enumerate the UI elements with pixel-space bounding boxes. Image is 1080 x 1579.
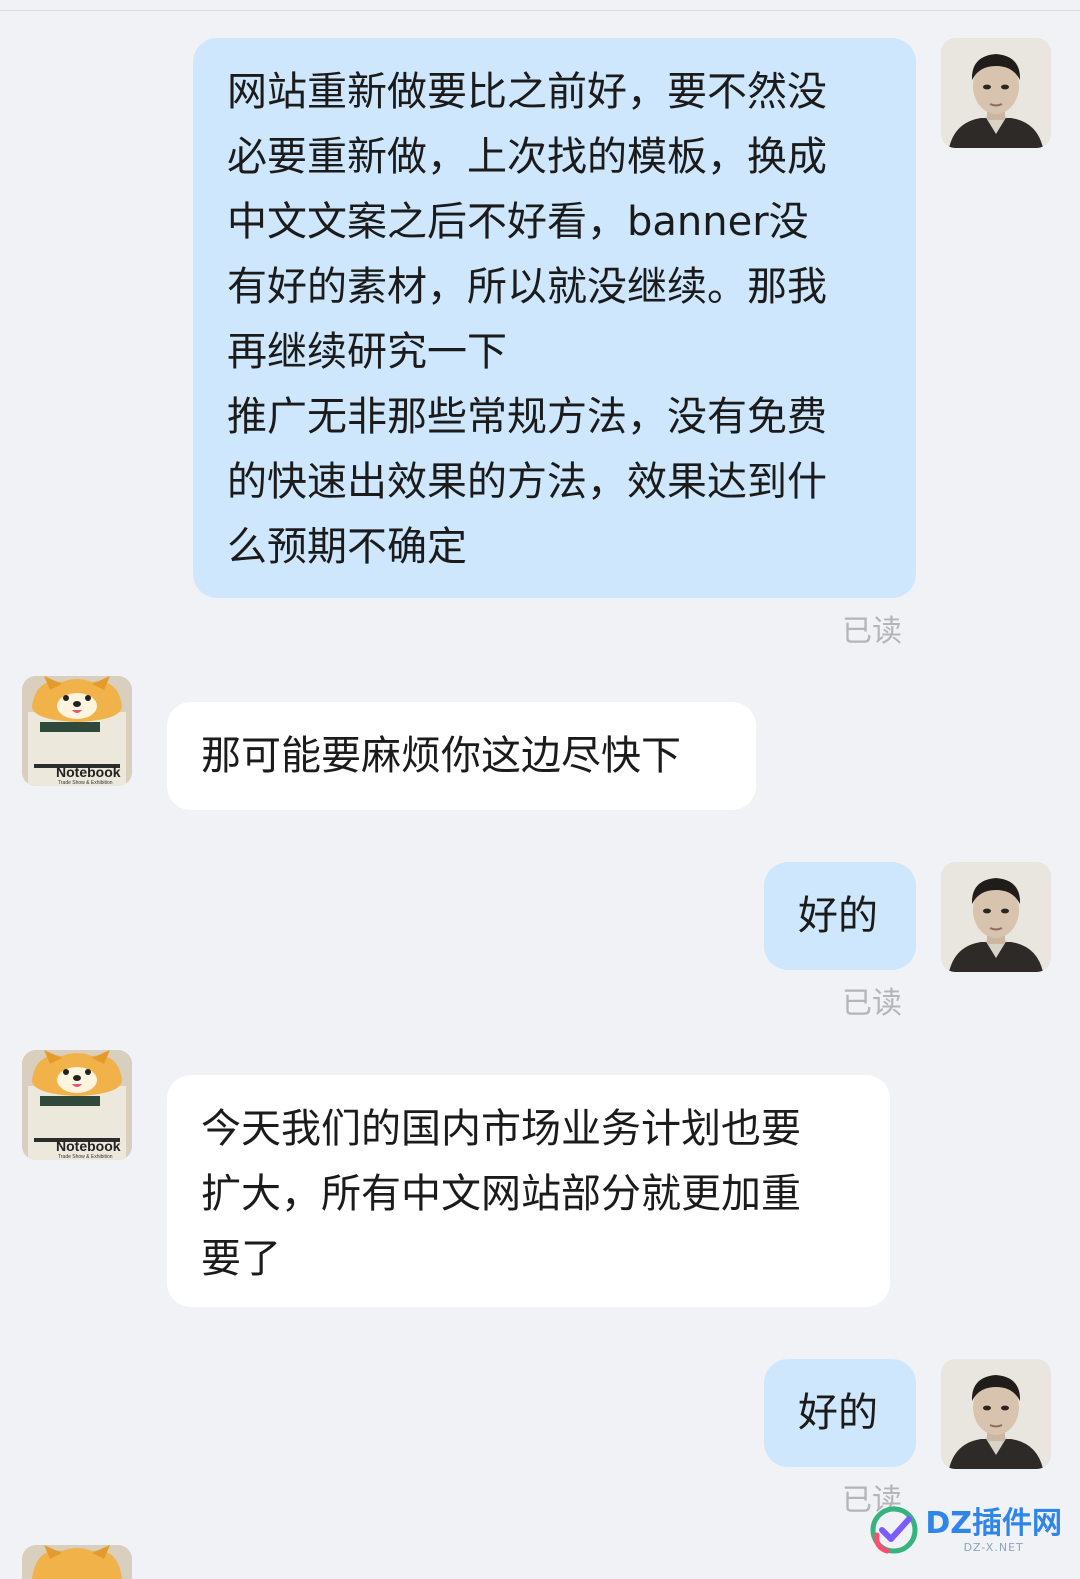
notebook-sign-text: Notebook: [56, 1138, 121, 1154]
message-text-line: 好的: [798, 893, 878, 939]
message-text-line: 再继续研究一下: [227, 329, 507, 375]
watermark-subtext: DZ-X.NET: [963, 1540, 1024, 1554]
message-text-line: 好的: [798, 1390, 878, 1436]
watermark-text: DZ插件网: [925, 1505, 1062, 1541]
message-text-line: 今天我们的国内市场业务计划也要: [201, 1106, 801, 1152]
dog-avatar-icon: [22, 1545, 132, 1579]
my-avatar[interactable]: [941, 862, 1051, 972]
notebook-sign-subtext: Trade Show & Exhibition: [58, 1154, 113, 1160]
top-divider: [0, 0, 1080, 11]
notebook-sign-text: Notebook: [56, 764, 121, 780]
message-text-line: 的快速出效果的方法，效果达到什: [227, 459, 827, 505]
message-text-line: 有好的素材，所以就没继续。那我: [227, 264, 827, 310]
message-bubble-incoming[interactable]: 那可能要麻烦你这边尽快下: [167, 702, 756, 810]
contact-avatar-partial[interactable]: [22, 1545, 132, 1579]
message-text-line: 推广无非那些常规方法，没有免费: [227, 394, 827, 440]
contact-avatar[interactable]: Notebook Trade Show & Exhibition: [22, 676, 132, 786]
my-avatar[interactable]: [941, 38, 1051, 148]
my-avatar[interactable]: [941, 1359, 1051, 1469]
boy-portrait-icon: [941, 38, 1051, 148]
message-text-line: 要了: [201, 1236, 281, 1282]
message-bubble-outgoing[interactable]: 网站重新做要比之前好，要不然没 必要重新做，上次找的模板，换成 中文文案之后不好…: [193, 38, 916, 598]
read-status: 已读: [842, 614, 902, 649]
message-bubble-outgoing[interactable]: 好的: [764, 862, 916, 970]
boy-portrait-icon: [941, 1359, 1051, 1469]
message-text-line: 那可能要麻烦你这边尽快下: [201, 733, 681, 779]
notebook-sign-subtext: Trade Show & Exhibition: [58, 780, 113, 786]
boy-portrait-icon: [941, 862, 1051, 972]
contact-avatar[interactable]: Notebook Trade Show & Exhibition: [22, 1050, 132, 1160]
message-bubble-incoming[interactable]: 今天我们的国内市场业务计划也要 扩大，所有中文网站部分就更加重 要了: [167, 1075, 890, 1307]
read-status: 已读: [842, 986, 902, 1021]
message-text-line: 么预期不确定: [227, 524, 467, 570]
watermark: DZ插件网 DZ-X.NET: [869, 1505, 1062, 1555]
message-text-line: 网站重新做要比之前好，要不然没: [227, 69, 827, 115]
message-bubble-outgoing[interactable]: 好的: [764, 1359, 916, 1467]
check-logo-icon: [870, 1506, 918, 1554]
message-text-line: 中文文案之后不好看，banner没: [227, 199, 809, 245]
message-text-line: 扩大，所有中文网站部分就更加重: [201, 1171, 801, 1217]
message-text-line: 必要重新做，上次找的模板，换成: [227, 134, 827, 180]
